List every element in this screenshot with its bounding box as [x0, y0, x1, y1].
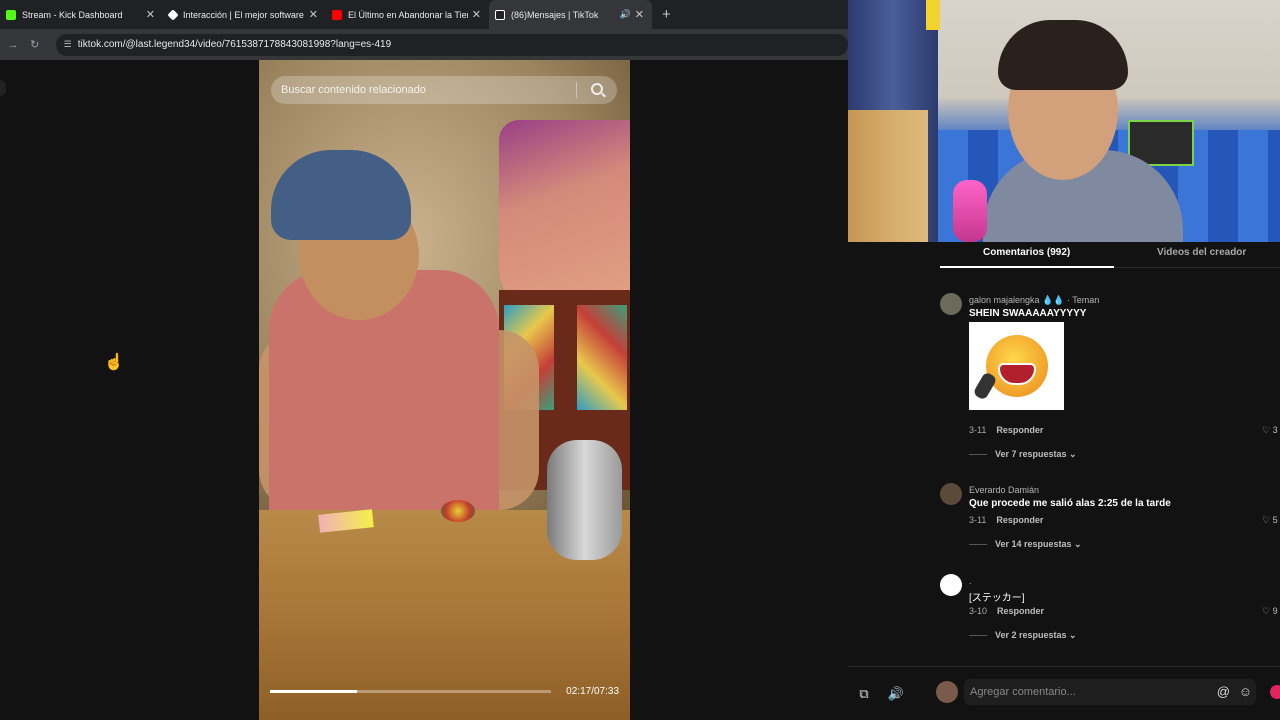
like-button[interactable]: ♡ 9 — [1262, 606, 1278, 617]
close-icon[interactable]: ✕ — [472, 8, 481, 21]
tiktok-favicon-icon — [495, 9, 505, 20]
browser-tab-interaccion[interactable]: Interacción | El mejor software p ✕ — [163, 0, 326, 29]
laughing-emoji-icon — [971, 335, 1048, 401]
microphone-icon — [953, 180, 987, 242]
comment-text: SHEIN SWAAAAAYYYYY — [969, 308, 1087, 319]
search-icon[interactable] — [591, 83, 603, 95]
comment-meta: 3-11 Responder — [969, 515, 1043, 525]
comment-input-bar: ⧉ 🔊 Agregar comentario... @ ☺ — [848, 666, 1280, 720]
reload-icon[interactable]: ↻ — [26, 38, 44, 51]
view-replies-button[interactable]: Ver 14 respuestas ⌄ — [969, 539, 1082, 550]
interaccion-favicon-icon — [167, 8, 179, 21]
reply-button[interactable]: Responder — [996, 515, 1043, 525]
video-timecode: 02:17/07:33 — [566, 686, 619, 697]
comments-panel: Comentarios (992) Videos del creador gal… — [848, 242, 1280, 720]
tiktok-page: ☝ Buscar contenido relacionado 02:17/07:… — [0, 60, 848, 720]
youtube-favicon-icon — [332, 9, 342, 20]
video-progress-bar[interactable] — [270, 690, 551, 693]
url-field[interactable]: ☰ tiktok.com/@last.legend34/video/761538… — [55, 33, 848, 56]
tab-creator-videos[interactable]: Videos del creador — [1157, 247, 1246, 258]
browser-tab-tiktok[interactable]: (86)Mensajes | TikTok 🔊 ✕ — [489, 0, 652, 29]
webcam-overlay — [848, 0, 1280, 242]
tab-title: (86)Mensajes | TikTok — [511, 9, 599, 20]
comments-tabs: Comentarios (992) Videos del creador — [940, 242, 1280, 268]
sticker-image — [969, 322, 1064, 410]
browser-tab-bar: Stream - Kick Dashboard ✕ Interacción | … — [0, 0, 848, 29]
comment-text: Que procede me salió alas 2:25 de la tar… — [969, 498, 1171, 509]
browser-tab-youtube[interactable]: El Último en Abandonar la Tierra ✕ — [326, 0, 489, 29]
like-button[interactable]: ♡ 3 — [1262, 425, 1278, 436]
speaker-icon[interactable]: 🔊 — [620, 9, 631, 20]
reply-button[interactable]: Responder — [996, 425, 1043, 435]
comment-date: 3-11 — [969, 425, 987, 435]
comment-item: . [ステッカー] 3-10 Responder ♡ 9 Ver 2 respue… — [940, 574, 1280, 644]
avatar[interactable] — [940, 574, 962, 596]
new-tab-button[interactable]: + — [662, 6, 671, 23]
comment-input-placeholder: Agregar comentario... — [970, 686, 1076, 698]
comment-meta: 3-11 Responder — [969, 425, 1043, 435]
comment-username[interactable]: . — [969, 576, 972, 586]
view-replies-button[interactable]: Ver 7 respuestas ⌄ — [969, 449, 1077, 460]
post-button[interactable] — [1270, 685, 1280, 699]
comment-item: galon majalengka 💧💧 · Teman SHEIN SWAAAA… — [940, 293, 1280, 463]
hand-cursor-icon: ☝ — [104, 354, 124, 371]
emoji-icon[interactable]: ☺ — [1239, 684, 1252, 699]
volume-icon[interactable]: 🔊 — [886, 684, 906, 704]
mention-icon[interactable]: @ — [1217, 684, 1230, 699]
active-tab-indicator — [940, 266, 1114, 268]
kick-favicon-icon — [6, 9, 16, 20]
close-icon[interactable]: ✕ — [635, 8, 644, 21]
comment-item: Everardo Damián Que procede me salió ala… — [940, 483, 1280, 553]
comment-input[interactable]: Agregar comentario... @ ☺ — [964, 679, 1256, 705]
view-replies-button[interactable]: Ver 2 respuestas ⌄ — [969, 630, 1077, 641]
comment-date: 3-10 — [969, 606, 988, 616]
avatar — [936, 681, 958, 703]
tab-comments[interactable]: Comentarios (992) — [983, 247, 1070, 258]
comment-username[interactable]: Everardo Damián — [969, 485, 1039, 495]
search-placeholder: Buscar contenido relacionado — [281, 84, 426, 96]
reply-button[interactable]: Responder — [997, 606, 1044, 616]
comment-meta: 3-10 Responder — [969, 606, 1044, 616]
tab-title: Stream - Kick Dashboard — [22, 9, 123, 20]
side-handle[interactable] — [0, 80, 6, 96]
video-player[interactable]: Buscar contenido relacionado 02:17/07:33 — [259, 60, 630, 720]
related-search-input[interactable]: Buscar contenido relacionado — [271, 76, 617, 104]
forward-icon[interactable]: → — [4, 39, 22, 51]
video-progress-fill — [270, 690, 358, 693]
avatar[interactable] — [940, 293, 962, 315]
share-icon[interactable]: ⧉ — [854, 684, 874, 704]
comment-username[interactable]: galon majalengka 💧💧 · Teman — [969, 295, 1099, 306]
site-info-icon[interactable]: ☰ — [64, 39, 72, 50]
tab-title: El Último en Abandonar la Tierra — [348, 9, 468, 20]
comment-text: [ステッカー] — [969, 593, 1025, 604]
close-icon[interactable]: ✕ — [146, 8, 155, 21]
browser-tab-kick[interactable]: Stream - Kick Dashboard ✕ — [0, 0, 163, 29]
comment-date: 3-11 — [969, 515, 987, 525]
avatar[interactable] — [940, 483, 962, 505]
tab-title: Interacción | El mejor software p — [183, 9, 305, 20]
url-text: tiktok.com/@last.legend34/video/76153871… — [77, 39, 392, 50]
screen: Stream - Kick Dashboard ✕ Interacción | … — [0, 0, 1280, 720]
address-bar: → ↻ ☰ tiktok.com/@last.legend34/video/76… — [0, 29, 848, 60]
close-icon[interactable]: ✕ — [309, 8, 318, 21]
like-button[interactable]: ♡ 5 — [1262, 515, 1278, 526]
